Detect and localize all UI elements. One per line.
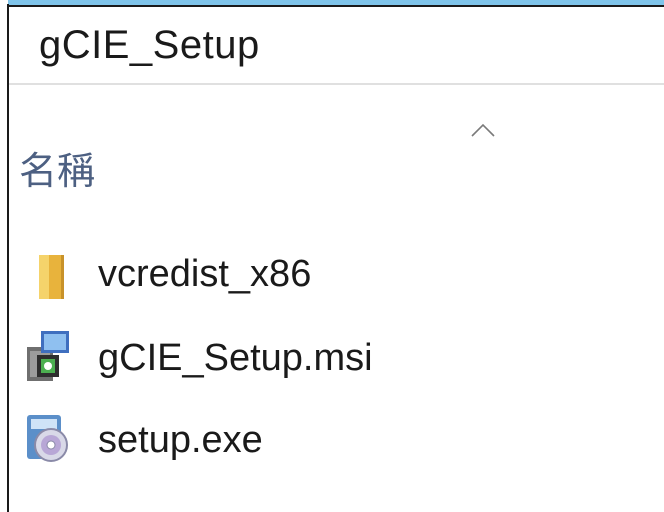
file-name: setup.exe [98, 418, 263, 461]
msi-installer-icon [27, 331, 69, 381]
address-path: gCIE_Setup [39, 22, 260, 67]
column-header-name[interactable]: 名稱 [19, 140, 95, 195]
chevron-up-icon[interactable] [468, 120, 498, 140]
list-item[interactable]: gCIE_Setup.msi [0, 319, 655, 397]
setup-exe-icon [27, 415, 68, 462]
list-item[interactable]: vcredist_x86 [0, 235, 655, 313]
file-explorer-window: gCIE_Setup 名稱 vcredist_x86 gCIE_Setup.ms… [0, 0, 664, 512]
list-item[interactable]: setup.exe [0, 401, 655, 479]
address-bar[interactable]: gCIE_Setup [9, 5, 664, 85]
file-name: gCIE_Setup.msi [98, 336, 373, 379]
file-name: vcredist_x86 [98, 252, 312, 295]
folder-icon [39, 255, 64, 299]
